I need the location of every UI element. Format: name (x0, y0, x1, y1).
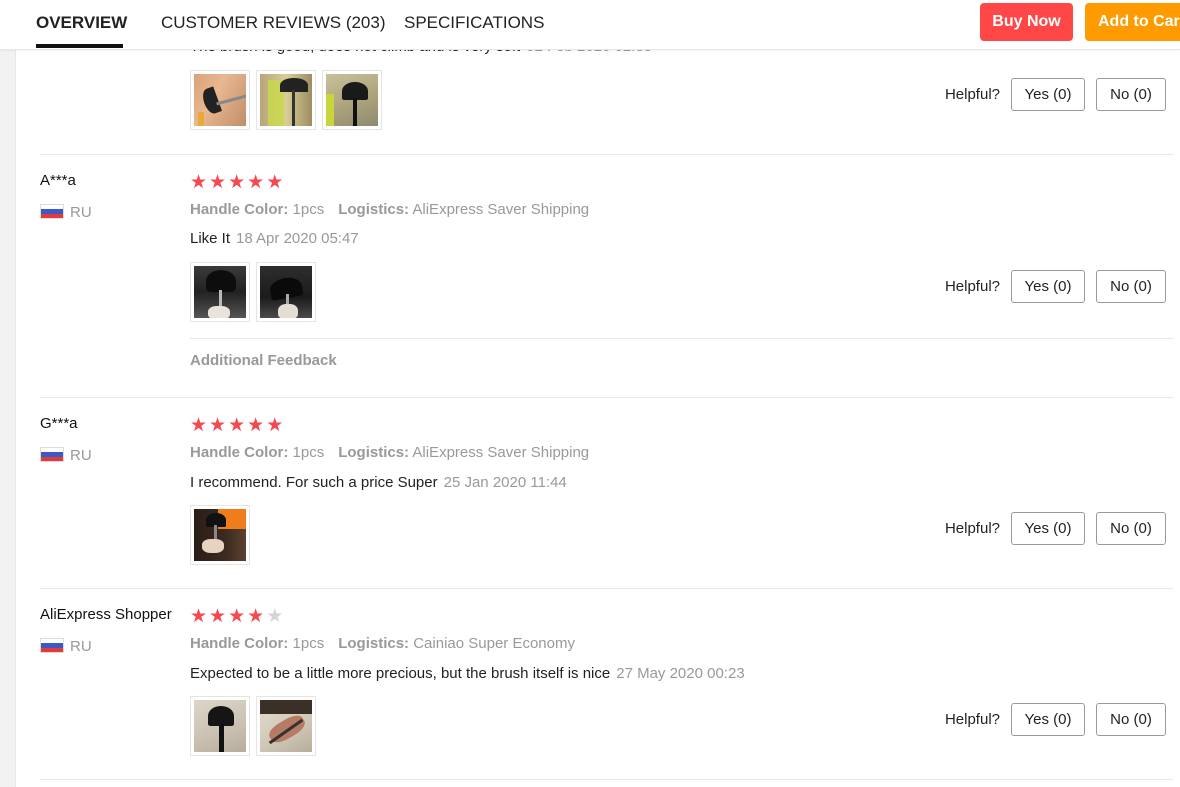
additional-feedback-heading: Additional Feedback (190, 352, 337, 369)
handle-color-value: 1pcs (292, 444, 325, 461)
reviewer-name: G***a (40, 415, 78, 432)
helpful-controls: Helpful? Yes (0) No (0) (945, 703, 1166, 736)
logistics-value: AliExpress Saver Shipping (412, 201, 590, 218)
country-code: RU (70, 638, 92, 655)
reviewer-name: A***a (40, 172, 76, 189)
buy-now-button[interactable]: Buy Now (980, 3, 1073, 41)
helpful-controls: Helpful? Yes (0) No (0) (945, 78, 1166, 111)
rating-stars: ★★★★★ (190, 607, 285, 627)
helpful-label: Helpful? (944, 520, 1000, 537)
star-icon: ★ (266, 415, 286, 436)
feedback-divider (190, 338, 1173, 339)
star-icon: ★ (247, 172, 267, 193)
review-photos (190, 505, 250, 565)
tab-overview[interactable]: OVERVIEW (36, 0, 127, 50)
reviewer-country: RU (40, 447, 92, 464)
flag-ru-icon (40, 447, 64, 462)
star-icon: ★ (190, 606, 210, 627)
helpful-yes-button[interactable]: Yes (0) (1011, 78, 1085, 111)
star-icon: ★ (247, 606, 267, 627)
handle-color-label: Handle Color: (190, 444, 289, 461)
review-divider (40, 588, 1173, 589)
helpful-controls: Helpful? Yes (0) No (0) (945, 270, 1166, 303)
star-icon: ★ (209, 415, 229, 436)
helpful-no-button[interactable]: No (0) (1096, 512, 1166, 545)
helpful-label: Helpful? (944, 278, 1000, 295)
review-divider (40, 397, 1173, 398)
flag-ru-icon (40, 204, 64, 219)
review-item: G***a RU ★★★★★ Handle Color: 1pcs Logisti… (40, 413, 1173, 573)
helpful-yes-button[interactable]: Yes (0) (1011, 270, 1085, 303)
handle-color-label: Handle Color: (190, 201, 289, 218)
logistics-label: Logistics: (338, 201, 410, 218)
review-text: I recommend. For such a price Super 25 Ja… (190, 474, 567, 491)
add-to-cart-button[interactable]: Add to Cart (1085, 3, 1180, 41)
helpful-yes-button[interactable]: Yes (0) (1011, 703, 1085, 736)
review-date: 27 May 2020 00:23 (616, 665, 745, 682)
review-photo[interactable] (190, 262, 250, 322)
helpful-label: Helpful? (944, 711, 1000, 728)
review-date: 25 Jan 2020 11:44 (443, 474, 567, 491)
review-photo[interactable] (256, 70, 316, 130)
star-icon: ★ (228, 415, 248, 436)
review-text-body: I recommend. For such a price Super (190, 474, 438, 491)
star-icon: ★ (228, 172, 248, 193)
review-photo[interactable] (322, 70, 382, 130)
review-meta: Handle Color: 1pcs Logistics: AliExpress … (190, 444, 589, 461)
helpful-yes-button[interactable]: Yes (0) (1011, 512, 1085, 545)
handle-color-label: Handle Color: (190, 635, 289, 652)
helpful-label: Helpful? (944, 86, 1000, 103)
star-icon: ★ (247, 415, 267, 436)
handle-color-value: 1pcs (292, 635, 325, 652)
helpful-no-button[interactable]: No (0) (1096, 270, 1166, 303)
helpful-no-button[interactable]: No (0) (1096, 78, 1166, 111)
star-icon: ★ (209, 606, 229, 627)
tab-customer-reviews[interactable]: CUSTOMER REVIEWS (203) (161, 0, 386, 50)
logistics-label: Logistics: (338, 635, 410, 652)
sticky-header: OVERVIEW CUSTOMER REVIEWS (203) SPECIFIC… (0, 0, 1180, 50)
review-photos (190, 262, 316, 322)
left-rail (0, 0, 16, 787)
review-divider (40, 154, 1173, 155)
country-code: RU (70, 204, 92, 221)
rating-stars: ★★★★★ (190, 416, 285, 436)
flag-ru-icon (40, 638, 64, 653)
logistics-value: Cainiao Super Economy (413, 635, 575, 652)
review-photos (190, 70, 382, 130)
reviewer-name: AliExpress Shopper (40, 606, 172, 623)
review-text-body: Like It (190, 230, 231, 247)
review-photo[interactable] (190, 505, 250, 565)
review-divider (40, 779, 1173, 780)
helpful-controls: Helpful? Yes (0) No (0) (945, 512, 1166, 545)
star-icon: ★ (190, 172, 210, 193)
review-item: A***a RU ★★★★★ Handle Color: 1pcs Logisti… (40, 170, 1173, 370)
star-icon: ★ (209, 172, 229, 193)
rating-stars: ★★★★★ (190, 173, 285, 193)
review-text-body: Expected to be a little more precious, b… (190, 665, 611, 682)
review-date: 18 Apr 2020 05:47 (236, 230, 359, 247)
reviewer-country: RU (40, 204, 92, 221)
review-photo[interactable] (190, 70, 250, 130)
review-meta: Handle Color: 1pcs Logistics: AliExpress … (190, 201, 589, 218)
star-empty-icon: ★ (266, 606, 286, 627)
star-icon: ★ (190, 415, 210, 436)
star-icon: ★ (228, 606, 248, 627)
review-partial: Helpful? Yes (0) No (0) (40, 70, 1173, 132)
review-text: Expected to be a little more precious, b… (190, 665, 745, 682)
review-photo[interactable] (190, 696, 250, 756)
country-code: RU (70, 447, 92, 464)
tab-specifications[interactable]: SPECIFICATIONS (404, 0, 544, 50)
reviewer-country: RU (40, 638, 92, 655)
review-photos (190, 696, 316, 756)
review-item: AliExpress Shopper RU ★★★★★ Handle Color… (40, 604, 1173, 764)
review-photo[interactable] (256, 696, 316, 756)
logistics-label: Logistics: (338, 444, 410, 461)
review-text: Like It 18 Apr 2020 05:47 (190, 230, 359, 247)
review-meta: Handle Color: 1pcs Logistics: Cainiao Sup… (190, 635, 575, 652)
logistics-value: AliExpress Saver Shipping (412, 444, 590, 461)
handle-color-value: 1pcs (292, 201, 325, 218)
review-photo[interactable] (256, 262, 316, 322)
helpful-no-button[interactable]: No (0) (1096, 703, 1166, 736)
star-icon: ★ (266, 172, 286, 193)
